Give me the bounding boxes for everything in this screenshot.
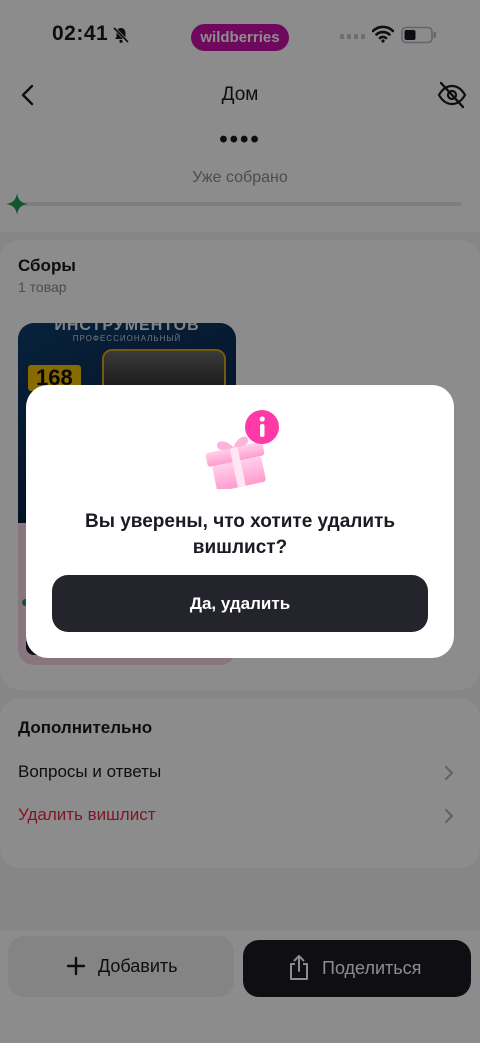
delete-confirm-dialog: Вы уверены, что хотите удалить вишлист? … (26, 385, 454, 658)
gift-info-icon (205, 410, 279, 489)
confirm-delete-button[interactable]: Да, удалить (52, 575, 428, 632)
wishlist-screen: 02:41 wildberries Дом •••• Уже собрано С… (0, 0, 480, 1043)
dialog-message: Вы уверены, что хотите удалить вишлист? (84, 511, 395, 558)
